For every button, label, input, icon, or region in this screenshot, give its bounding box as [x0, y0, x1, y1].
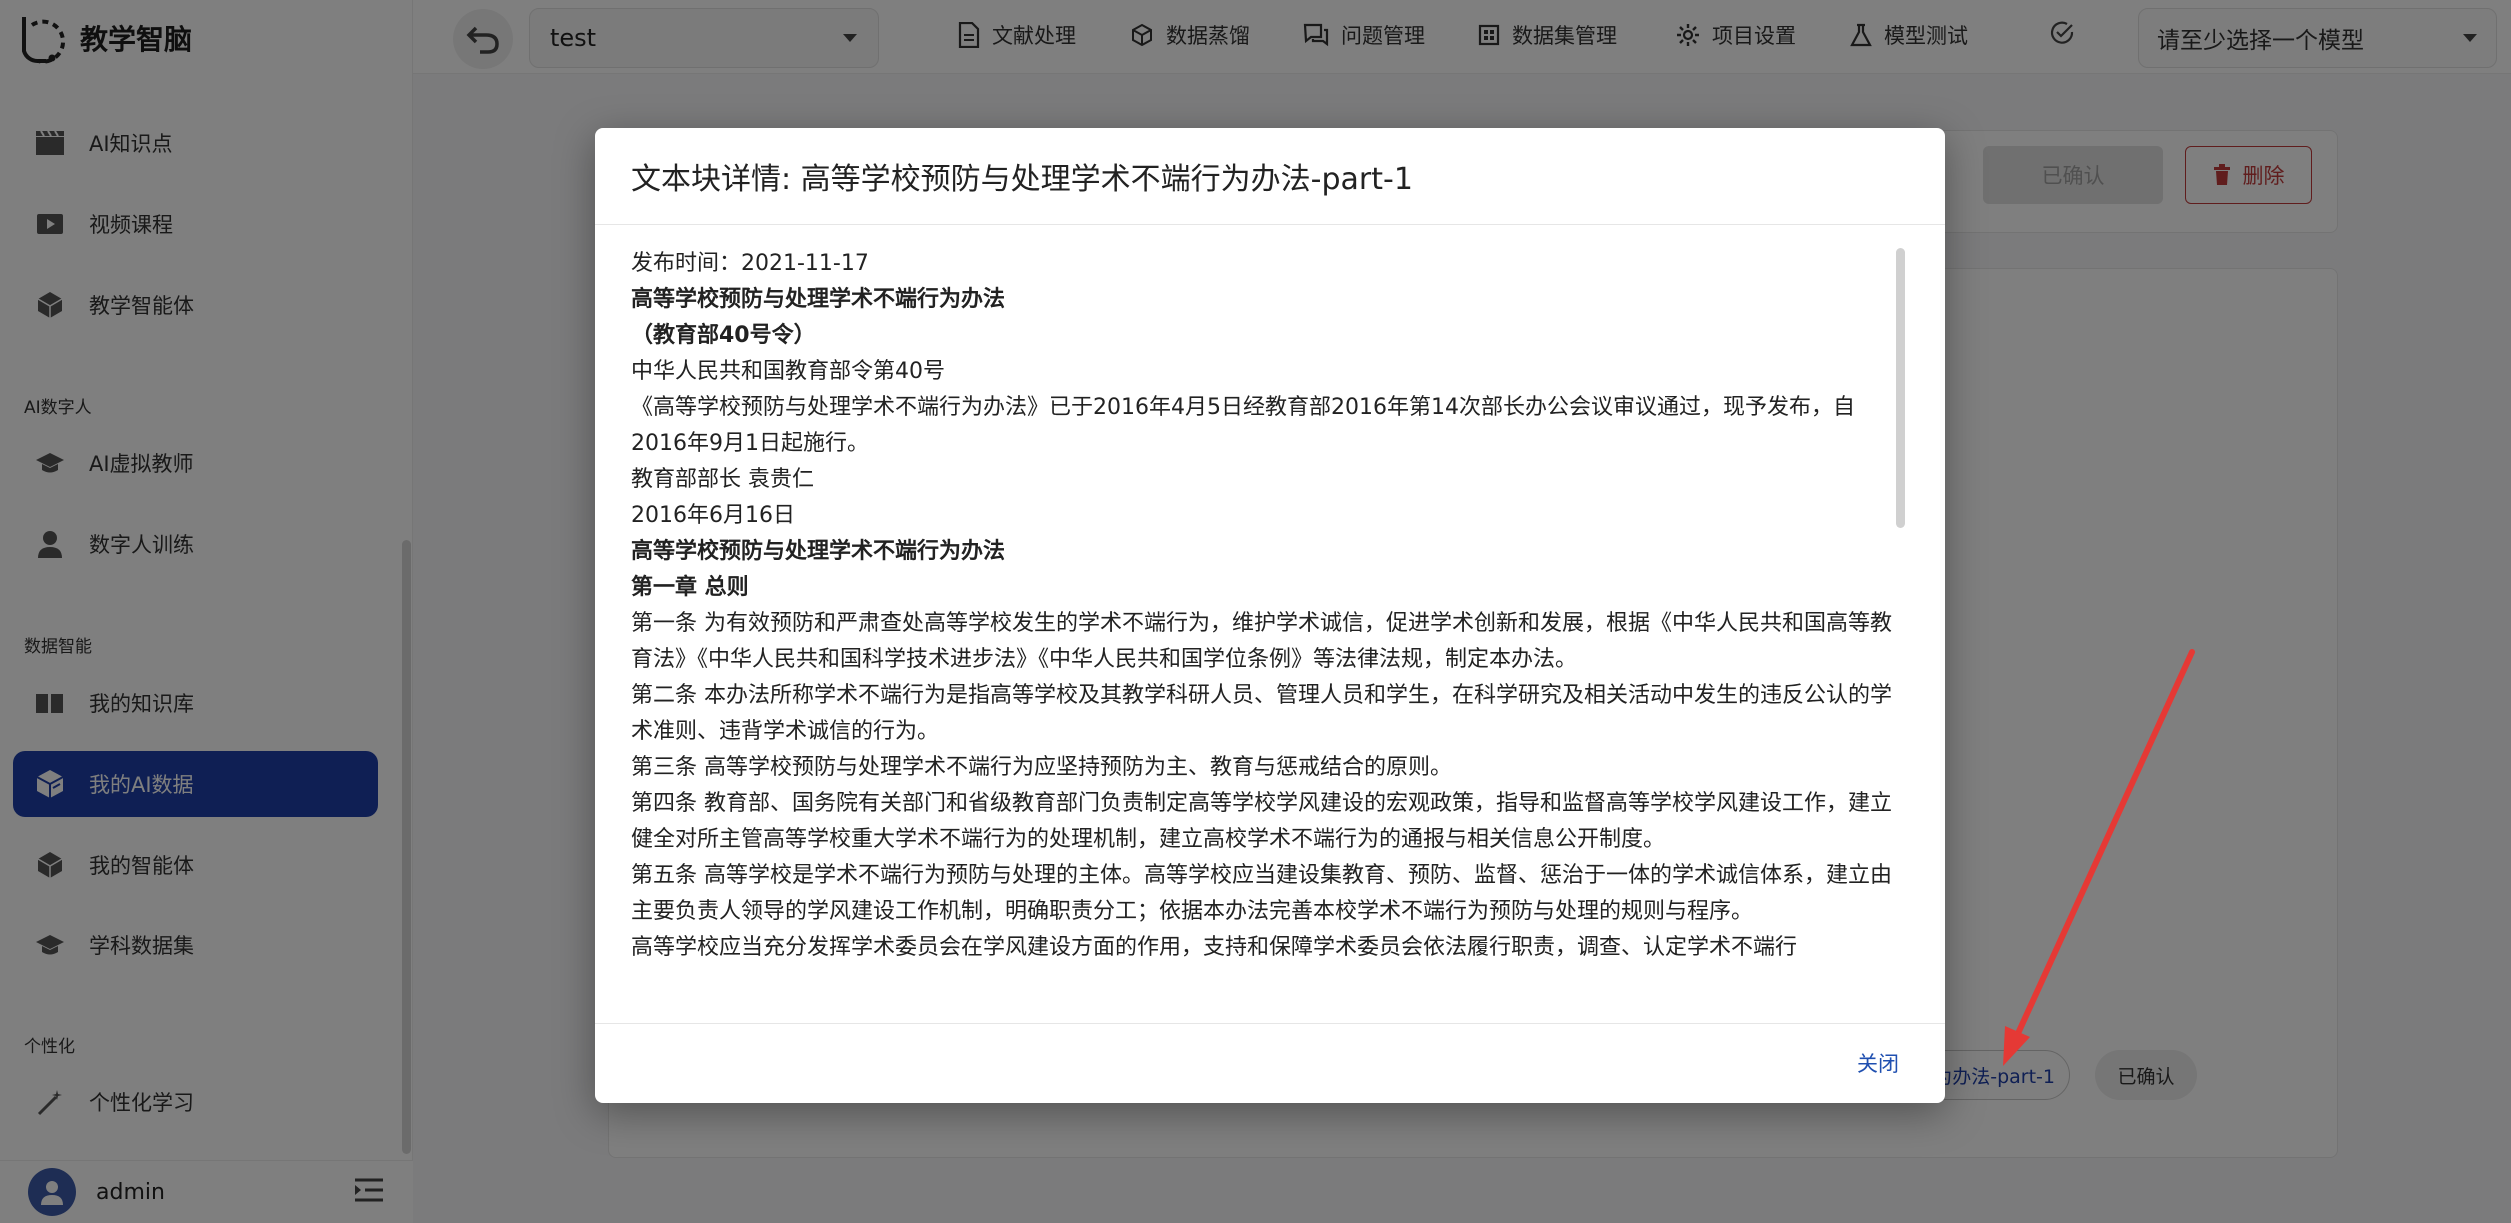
content-line: 第五条 高等学校是学术不端行为预防与处理的主体。高等学校应当建设集教育、预防、监…	[631, 863, 1892, 924]
app-root: 教学智脑 AI知识点 视频课程 教学智能体 AI数字人 AI虚拟教师	[0, 0, 2511, 1223]
content-line: 高等学校应当充分发挥学术委员会在学风建设方面的作用，支持和保障学术委员会依法履行…	[631, 935, 1798, 960]
dialog-divider	[595, 1023, 1945, 1024]
content-line: 发布时间：2021-11-17	[631, 251, 869, 276]
content-line: 《高等学校预防与处理学术不端行为办法》已于2016年4月5日经教育部2016年第…	[631, 395, 1855, 456]
dialog-scrollbar[interactable]	[1896, 248, 1905, 528]
content-line: 高等学校预防与处理学术不端行为办法	[631, 539, 1006, 564]
content-line: 第四条 教育部、国务院有关部门和省级教育部门负责制定高等学校学风建设的宏观政策，…	[631, 791, 1892, 852]
content-line: 2016年6月16日	[631, 503, 795, 528]
content-line: （教育部40号令）	[631, 323, 816, 348]
content-line: 中华人民共和国教育部令第40号	[631, 359, 945, 384]
content-line: 教育部部长 袁贵仁	[631, 467, 814, 492]
content-line: 第二条 本办法所称学术不端行为是指高等学校及其教学科研人员、管理人员和学生，在科…	[631, 683, 1892, 744]
content-line: 第三条 高等学校预防与处理学术不端行为应坚持预防为主、教育与惩戒结合的原则。	[631, 755, 1452, 780]
content-line: 高等学校预防与处理学术不端行为办法	[631, 287, 1006, 312]
dialog-content: 发布时间：2021-11-17 高等学校预防与处理学术不端行为办法 （教育部40…	[631, 246, 1901, 1006]
chunk-detail-dialog: 文本块详情: 高等学校预防与处理学术不端行为办法-part-1 发布时间：202…	[595, 128, 1945, 1103]
dialog-title: 文本块详情: 高等学校预防与处理学术不端行为办法-part-1	[631, 162, 1413, 197]
close-button[interactable]: 关闭	[1857, 1048, 1899, 1078]
content-line: 第一章 总则	[631, 575, 749, 600]
dialog-divider	[595, 224, 1945, 225]
content-line: 第一条 为有效预防和严肃查处高等学校发生的学术不端行为，维护学术诚信，促进学术创…	[631, 611, 1892, 672]
